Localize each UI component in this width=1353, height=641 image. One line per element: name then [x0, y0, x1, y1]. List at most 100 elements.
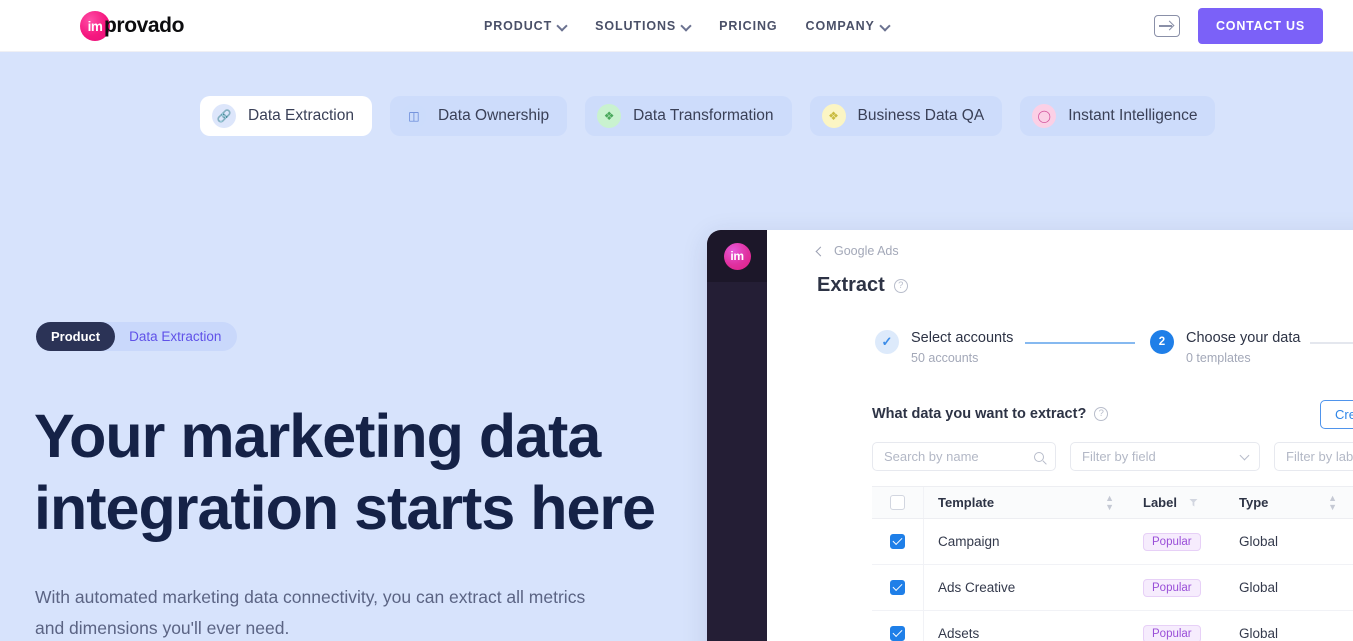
- nav-item-product[interactable]: PRODUCT: [484, 19, 567, 33]
- filter-funnel-icon[interactable]: [1188, 498, 1198, 507]
- nav-label-company: COMPANY: [805, 19, 875, 33]
- table-header-row: Template ▲ ▼ Label Type ▲ ▼: [872, 486, 1353, 519]
- nav-item-pricing[interactable]: PRICING: [719, 19, 777, 33]
- select-all-cell: [872, 487, 924, 518]
- cell-template: Campaign: [938, 534, 1000, 549]
- chat-icon: ◯: [1032, 104, 1057, 128]
- top-navigation-bar: im provado PRODUCT SOLUTIONS PRICING COM…: [0, 0, 1353, 52]
- stepper-connector-2: [1310, 342, 1353, 344]
- chevron-down-icon: [682, 22, 691, 31]
- nav-item-solutions[interactable]: SOLUTIONS: [595, 19, 691, 33]
- step-2-meta: 0 templates: [1186, 351, 1251, 365]
- step-1-label: Select accounts: [911, 330, 1014, 346]
- table-row[interactable]: Ads Creative Popular Global Detail: [872, 565, 1353, 611]
- templates-table: Template ▲ ▼ Label Type ▲ ▼ Campaign Pop…: [872, 486, 1353, 641]
- column-label-template: Template: [938, 495, 995, 510]
- step-choose-your-data[interactable]: 2 Choose your data 0 templates: [1150, 330, 1300, 365]
- page-title: Your marketing data integration starts h…: [34, 402, 656, 542]
- nav-label-solutions: SOLUTIONS: [595, 19, 677, 33]
- tab-instant-intelligence[interactable]: ◯ Instant Intelligence: [1020, 96, 1216, 136]
- tab-label-data-extraction: Data Extraction: [248, 107, 354, 124]
- nav-item-company[interactable]: COMPANY: [806, 19, 890, 33]
- primary-nav: PRODUCT SOLUTIONS PRICING COMPANY: [484, 0, 890, 52]
- cell-action: Detail: [1349, 580, 1353, 595]
- cell-template: Adsets: [938, 626, 980, 641]
- breadcrumb-link-data-extraction[interactable]: Data Extraction: [129, 329, 221, 344]
- cell-type: Global: [1239, 534, 1279, 549]
- tab-data-transformation[interactable]: ❖ Data Transformation: [585, 96, 792, 136]
- column-header-template[interactable]: Template ▲ ▼: [924, 493, 1124, 512]
- search-input[interactable]: Search by name: [872, 442, 1056, 471]
- nav-actions: CONTACT US: [1153, 0, 1323, 52]
- app-logo-icon[interactable]: im: [723, 242, 751, 270]
- step-select-accounts[interactable]: ✓ Select accounts 50 accounts: [875, 330, 1013, 365]
- cell-action: Detail: [1349, 626, 1353, 641]
- step-2-label: Choose your data: [1186, 330, 1301, 346]
- row-select-cell: [872, 565, 924, 610]
- row-checkbox[interactable]: [890, 626, 905, 641]
- table-row[interactable]: Adsets Popular Global Detail: [872, 611, 1353, 641]
- chevron-down-icon: [1239, 450, 1250, 460]
- tab-label-data-ownership: Data Ownership: [437, 107, 550, 124]
- login-arrow-icon[interactable]: [1153, 15, 1180, 37]
- app-title-row: Extract ?: [817, 274, 908, 297]
- filter-by-field-select[interactable]: Filter by field: [1070, 442, 1260, 471]
- app-sidebar-header: im: [707, 230, 767, 282]
- tab-data-ownership[interactable]: ◫ Data Ownership: [389, 96, 568, 136]
- nav-label-product: PRODUCT: [484, 19, 553, 33]
- app-page-title: Extract: [817, 274, 885, 296]
- database-icon: ◫: [401, 104, 426, 128]
- row-select-cell: [872, 519, 924, 564]
- tab-label-data-transformation: Data Transformation: [633, 107, 774, 124]
- column-header-type[interactable]: Type ▲ ▼: [1227, 493, 1349, 512]
- filter-bar: Search by name Filter by field Filter by…: [872, 442, 1353, 471]
- search-icon: [1034, 451, 1044, 462]
- nav-label-pricing: PRICING: [719, 19, 778, 33]
- status-badge: Popular: [1143, 532, 1201, 551]
- search-placeholder: Search by name: [884, 449, 979, 464]
- extract-stepper: ✓ Select accounts 50 accounts 2 Choose y…: [875, 330, 1353, 380]
- chevron-down-icon: [881, 22, 890, 31]
- row-checkbox[interactable]: [890, 580, 905, 595]
- breadcrumb: Product Data Extraction: [36, 322, 238, 351]
- cell-label: Popular: [1124, 624, 1227, 641]
- app-main-area: Google Ads Extract ? ✓ Select accounts 5…: [767, 230, 1353, 641]
- app-breadcrumb-google-ads[interactable]: Google Ads: [815, 244, 899, 258]
- link-icon: 🔗: [212, 104, 236, 128]
- status-badge: Popular: [1143, 578, 1201, 597]
- transform-icon: ❖: [597, 104, 622, 128]
- row-checkbox[interactable]: [890, 534, 905, 549]
- contact-us-button[interactable]: CONTACT US: [1197, 8, 1323, 44]
- select-all-checkbox[interactable]: [890, 495, 905, 510]
- tab-label-instant-intelligence: Instant Intelligence: [1068, 107, 1198, 124]
- sort-icon[interactable]: ▲ ▼: [1328, 493, 1337, 512]
- site-logo[interactable]: im provado: [80, 11, 184, 41]
- app-sidebar: im: [707, 230, 767, 641]
- layers-icon: ❖: [821, 104, 846, 128]
- app-preview-panel: im Google Ads Extract ? ✓ Select account…: [707, 230, 1353, 641]
- hero-subheading: With automated marketing data connectivi…: [35, 587, 586, 638]
- column-header-label[interactable]: Label: [1124, 495, 1227, 510]
- step-1-meta: 50 accounts: [911, 351, 979, 365]
- cell-label: Popular: [1124, 532, 1227, 551]
- section-question-label: What data you want to extract?: [872, 406, 1087, 422]
- table-row[interactable]: Campaign Popular Global Detail: [872, 519, 1353, 565]
- filter-by-label-input[interactable]: Filter by label: [1274, 442, 1353, 471]
- stepper-connector-1: [1025, 342, 1135, 344]
- help-circle-icon[interactable]: ?: [1094, 407, 1109, 421]
- filter-field-placeholder: Filter by field: [1082, 449, 1156, 464]
- breadcrumb-badge-product: Product: [36, 322, 116, 351]
- column-label-type: Type: [1239, 495, 1269, 510]
- sort-icon[interactable]: ▲ ▼: [1105, 493, 1114, 512]
- app-breadcrumb-label: Google Ads: [834, 244, 899, 258]
- chevron-down-icon: [558, 22, 567, 31]
- tab-data-extraction[interactable]: 🔗 Data Extraction: [200, 96, 372, 136]
- create-template-button[interactable]: Create a template: [1320, 400, 1353, 429]
- cell-type: Global: [1239, 580, 1279, 595]
- help-circle-icon[interactable]: ?: [893, 278, 908, 293]
- cell-action: Detail: [1349, 534, 1353, 549]
- tab-business-data-qa[interactable]: ❖ Business Data QA: [809, 96, 1003, 136]
- step-2-number: 2: [1150, 330, 1174, 354]
- logo-wordmark: provado: [104, 14, 185, 37]
- status-badge: Popular: [1143, 624, 1201, 641]
